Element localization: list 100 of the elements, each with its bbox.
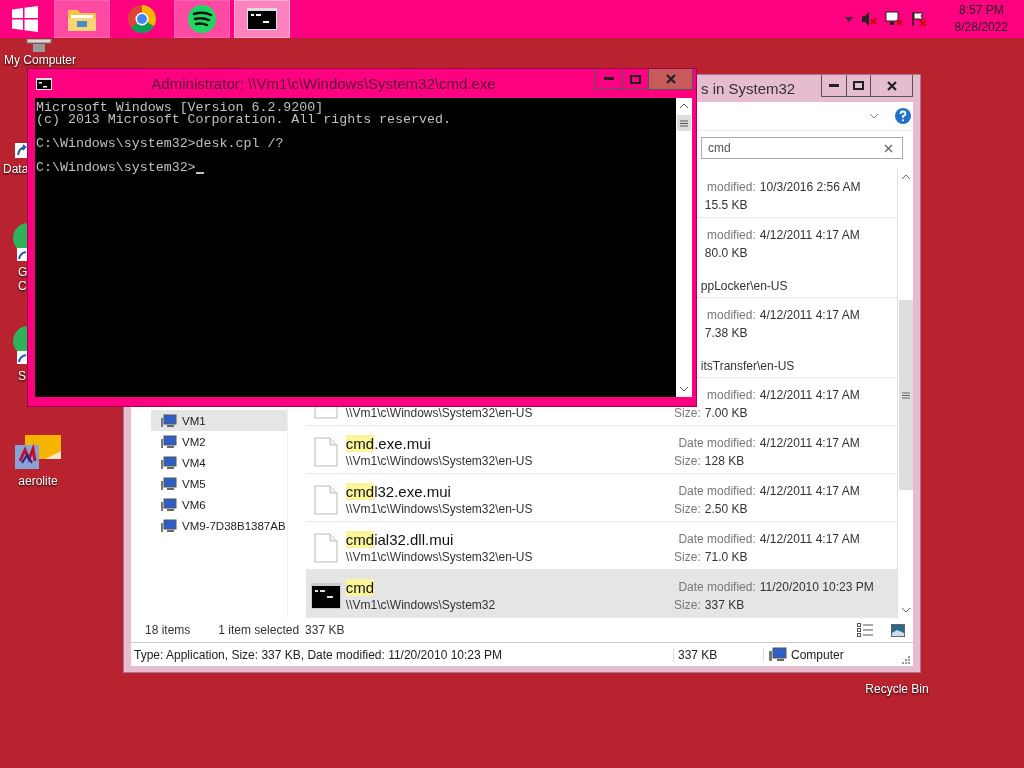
desktop-icon-label[interactable]: S — [18, 369, 26, 383]
browser-icon — [127, 4, 157, 34]
scroll-thumb[interactable] — [898, 300, 913, 490]
date-value: 4/12/2011 4:17 AM — [759, 308, 860, 322]
nav-item[interactable]: VM2 — [151, 431, 287, 452]
nav-item[interactable]: VM6 — [151, 494, 287, 515]
scrollbar[interactable] — [676, 98, 692, 397]
nav-item[interactable]: VM1 — [151, 410, 287, 431]
flag-icon[interactable] — [910, 11, 927, 27]
window-title: s in System32 — [701, 80, 796, 97]
music-app-icon — [187, 4, 217, 34]
nav-item[interactable]: VM9-7D38B1387AB — [151, 515, 287, 536]
detail-label: Size: — [674, 501, 701, 516]
selection-size: 337 KB — [305, 623, 345, 637]
size-value: 337 KB — [704, 597, 745, 612]
desktop-icon-label[interactable]: G C — [18, 265, 28, 293]
computer-icon — [161, 413, 177, 428]
size-value: 71.0 KB — [704, 549, 748, 564]
file-path: \\Vm1\c\Windows\System32 — [345, 597, 496, 612]
terminal-icon — [247, 8, 277, 30]
resize-grip-icon[interactable] — [902, 656, 910, 664]
detail-label: Size: — [674, 549, 701, 564]
file-path: itsTransfer\en-US — [699, 359, 795, 373]
window-title: Administrator: \\Vm1\c\Windows\System32\cmd.exe — [150, 75, 497, 92]
console-line: C:\Windows\system32> — [36, 162, 196, 174]
computer-icon — [161, 455, 177, 470]
detail-label: Date modified: — [678, 484, 756, 498]
date-value: 4/12/2011 4:17 AM — [759, 228, 860, 242]
muted-speaker-icon[interactable] — [860, 11, 877, 27]
computer-icon — [161, 434, 177, 449]
paint-folder-icon[interactable] — [15, 435, 61, 471]
desktop-icon-label[interactable]: Recycle Bin — [858, 682, 936, 696]
taskbar-button[interactable] — [174, 0, 230, 38]
scroll-up-icon[interactable] — [900, 174, 911, 180]
document-icon — [313, 436, 338, 467]
close-icon — [886, 80, 897, 91]
desktop-icon-label[interactable]: aerolite — [8, 474, 68, 488]
computer-icon — [161, 476, 177, 491]
close-icon — [665, 74, 676, 84]
file-path: \\Vm1\c\Windows\System32\en-US — [345, 549, 533, 564]
detail-label: Size: — [674, 405, 701, 420]
detail-label: modified: — [707, 388, 756, 402]
taskbar-button[interactable] — [234, 0, 290, 38]
file-details: Type: Application, Size: 337 KB, Date modified: 11/20/2010 10:23 PM — [131, 647, 674, 662]
detail-label: modified: — [707, 308, 756, 322]
chevron-down-icon[interactable] — [869, 113, 879, 119]
details-view-icon[interactable] — [857, 623, 873, 637]
large-icons-view-icon[interactable] — [891, 623, 905, 637]
network-icon[interactable] — [884, 11, 903, 27]
detail-label: Date modified: — [678, 532, 756, 546]
detail-label: modified: — [707, 228, 756, 242]
file-name: cmdial32.dll.mui — [345, 530, 454, 548]
computer-icon — [769, 647, 787, 662]
help-icon[interactable] — [895, 108, 911, 124]
console-output[interactable]: Microsoft Windows [Version 6.2.9200] (c) 2013 Microsoft Corporation. All rights reserved. C:\Windows\system32>desk.cpl /? C:\Windows\system32> — [35, 98, 676, 397]
document-icon — [313, 532, 338, 563]
scroll-down-icon[interactable] — [900, 607, 911, 613]
clock-date[interactable]: 8/28/2022 — [954, 19, 1008, 36]
nav-item[interactable]: VM5 — [151, 473, 287, 494]
close-button[interactable] — [648, 69, 692, 89]
location-label: Computer — [791, 647, 844, 662]
clock-time[interactable]: 8:57 PM — [958, 2, 1004, 19]
console-line: Microsoft Windows [Version 6.2.9200] — [36, 102, 324, 114]
date-value: 4/12/2011 4:17 AM — [759, 388, 860, 402]
scroll-up-icon[interactable] — [679, 103, 689, 109]
size-value: 7.38 KB — [704, 325, 748, 340]
item-count: 18 items — [145, 623, 191, 637]
file-path: ppLocker\en-US — [699, 279, 788, 293]
desktop-icon-label[interactable]: Data — [3, 162, 29, 176]
file-name: cmd.exe.mui — [345, 434, 431, 452]
document-icon — [313, 484, 338, 515]
desktop-icon-label[interactable]: My Computer — [0, 53, 80, 67]
scrollbar[interactable] — [897, 169, 913, 618]
clear-icon[interactable] — [884, 144, 893, 153]
scroll-thumb[interactable] — [677, 115, 691, 131]
size-value: 7.00 KB — [704, 405, 748, 420]
date-value: 10/3/2016 2:56 AM — [759, 180, 861, 194]
minimize-icon — [604, 77, 614, 81]
selection-highlight[interactable] — [305, 570, 897, 617]
file-path: \\Vm1\c\Windows\System32\en-US — [345, 501, 533, 516]
computer-icon — [161, 518, 177, 533]
caret-icon[interactable] — [844, 16, 853, 22]
selection-info: 1 item selected — [218, 623, 300, 637]
nav-item[interactable]: VM4 — [151, 452, 287, 473]
file-name: cmdl32.exe.mui — [345, 482, 451, 500]
maximize-icon — [853, 81, 864, 90]
size-value: 2.50 KB — [704, 501, 748, 516]
console-line: (c) 2013 Microsoft Corporation. All rights reserved. — [36, 114, 451, 126]
detail-label: Size: — [674, 597, 701, 612]
size-value: 15.5 KB — [704, 197, 748, 212]
date-value: 11/20/2010 10:23 PM — [759, 580, 874, 594]
file-path: \\Vm1\c\Windows\System32\en-US — [345, 405, 533, 420]
search-field[interactable]: cmd — [701, 137, 903, 159]
computer-icon — [161, 497, 177, 512]
detail-label: modified: — [707, 180, 756, 194]
size-value: 128 KB — [704, 453, 745, 468]
date-value: 4/12/2011 4:17 AM — [759, 532, 860, 546]
detail-label: Date modified: — [678, 580, 756, 594]
console-line: C:\Windows\system32>desk.cpl /? — [36, 138, 284, 150]
scroll-down-icon[interactable] — [679, 386, 689, 392]
